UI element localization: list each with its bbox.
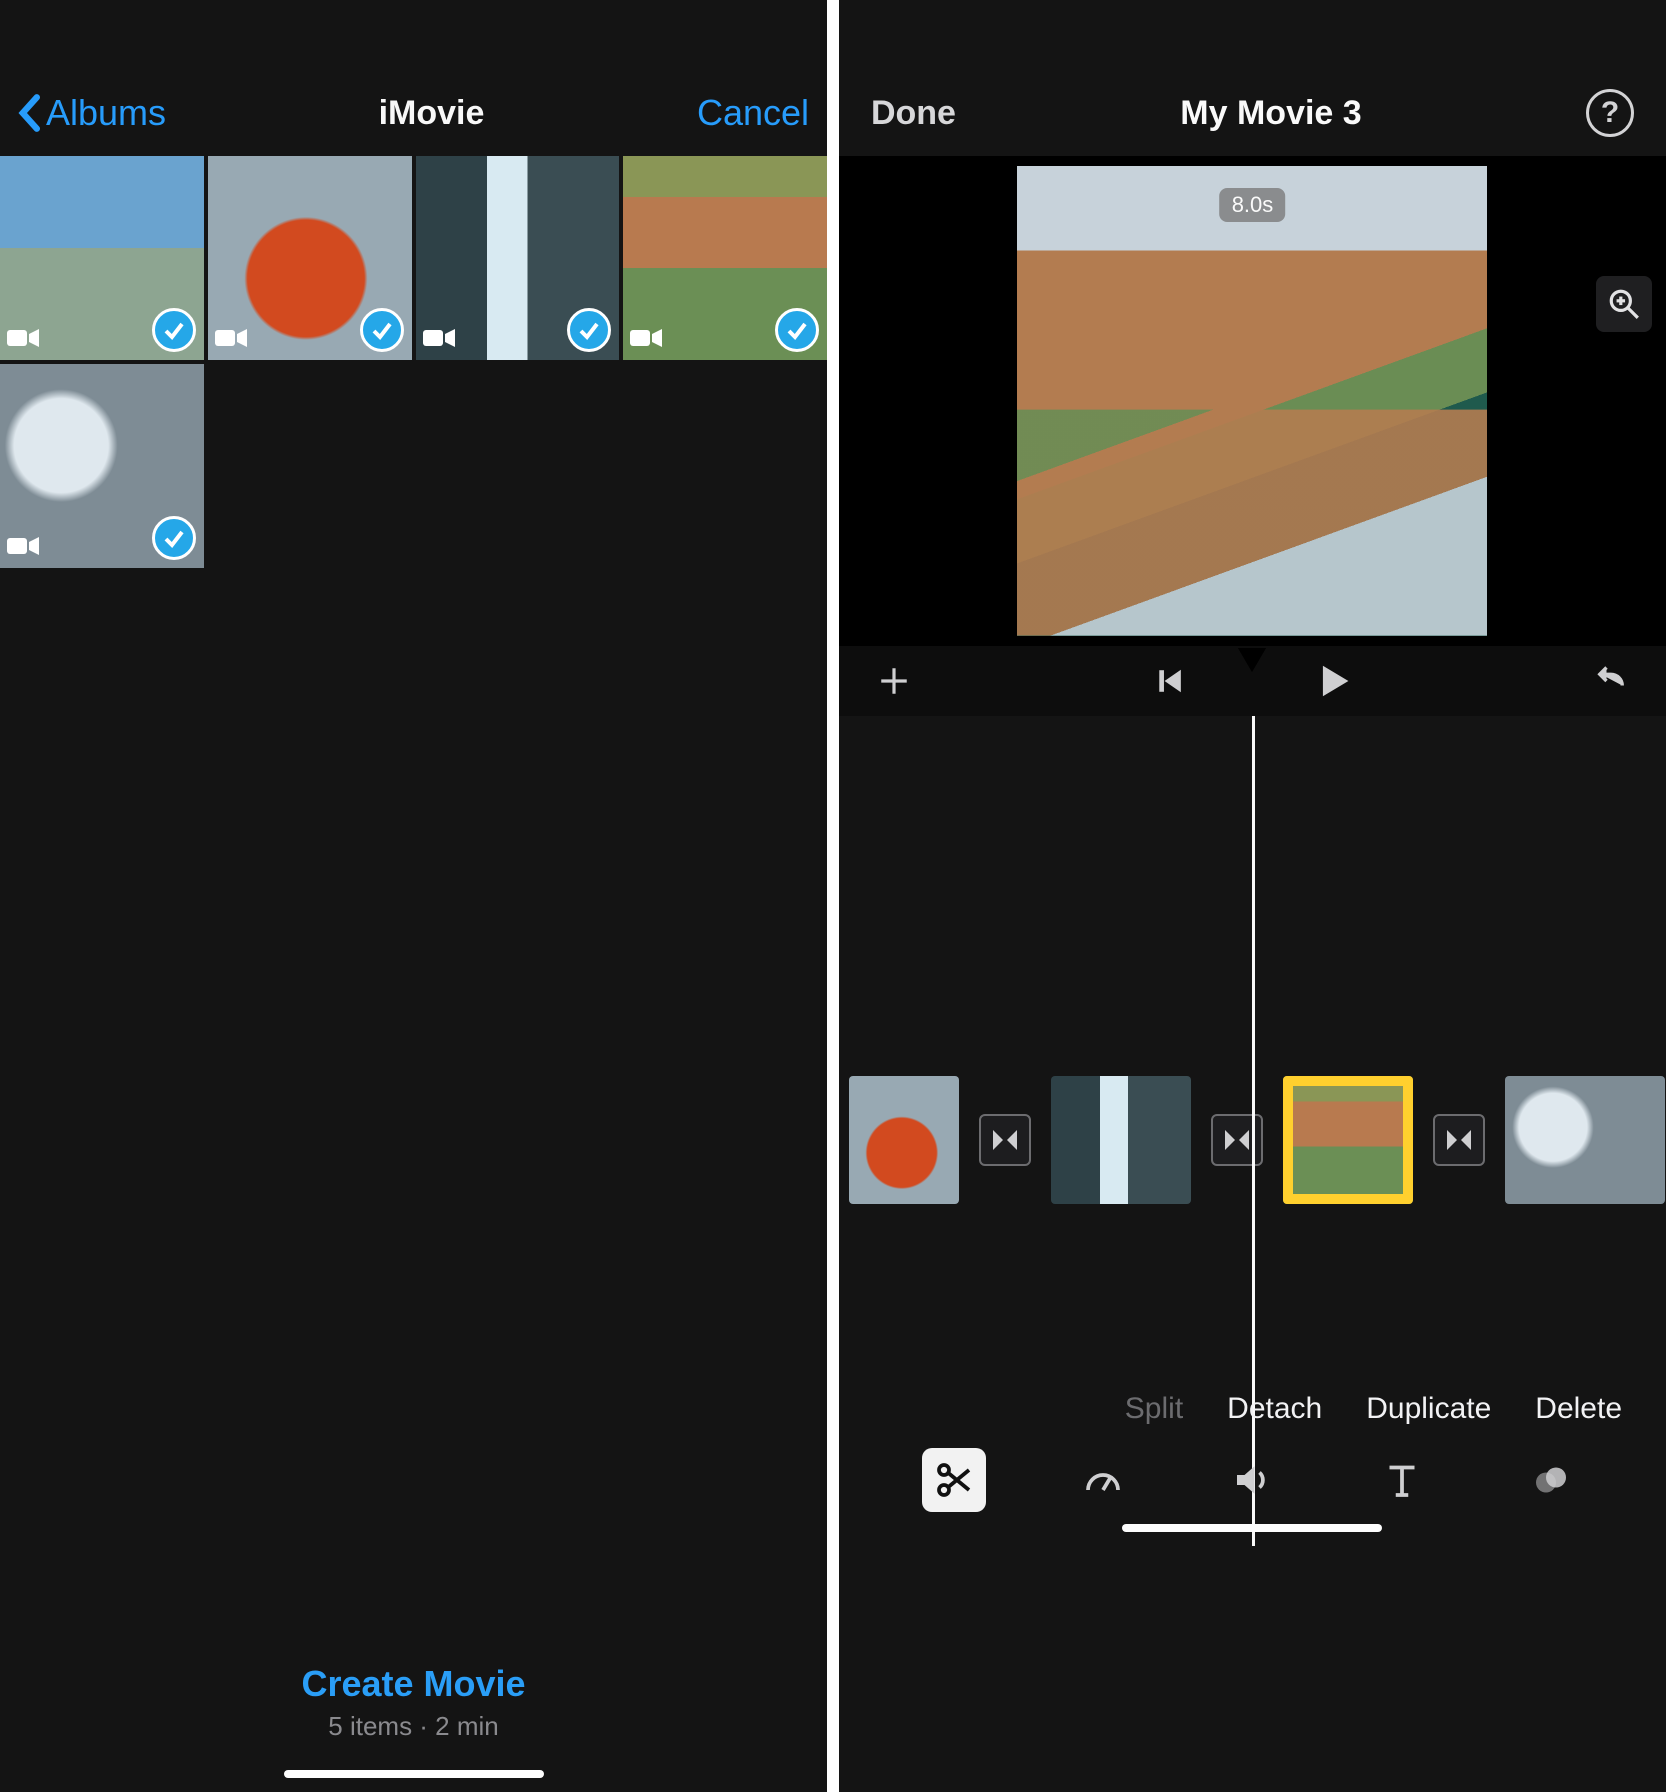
timeline-clip[interactable] bbox=[1283, 1076, 1413, 1204]
text-icon bbox=[1382, 1460, 1422, 1500]
picker-title: iMovie bbox=[379, 94, 485, 133]
back-label: Albums bbox=[46, 92, 166, 134]
magnifier-plus-icon bbox=[1607, 287, 1641, 321]
done-button[interactable]: Done bbox=[871, 94, 956, 133]
timeline-clip[interactable] bbox=[1505, 1076, 1665, 1204]
titles-tool[interactable] bbox=[1370, 1448, 1434, 1512]
speaker-icon bbox=[1232, 1460, 1272, 1500]
speedometer-icon bbox=[1083, 1460, 1123, 1500]
playhead-caret-icon bbox=[1238, 648, 1266, 672]
cancel-button[interactable]: Cancel bbox=[697, 92, 809, 134]
clip-duration-badge: 8.0s bbox=[1220, 188, 1286, 222]
home-indicator bbox=[284, 1770, 544, 1778]
add-media-button[interactable] bbox=[873, 660, 915, 702]
timeline-clip[interactable] bbox=[1051, 1076, 1191, 1204]
picker-footer: Create Movie 5 items · 2 min bbox=[0, 1663, 827, 1742]
timeline[interactable]: Split Detach Duplicate Delete bbox=[839, 716, 1666, 1546]
project-title: My Movie 3 bbox=[1180, 94, 1361, 133]
clip-actions-bar: Split Detach Duplicate Delete bbox=[839, 1392, 1666, 1426]
transition-icon bbox=[1445, 1126, 1473, 1154]
video-icon bbox=[629, 327, 663, 354]
audio-tool[interactable] bbox=[1220, 1448, 1284, 1512]
undo-button[interactable] bbox=[1590, 660, 1632, 702]
split-action[interactable]: Split bbox=[1125, 1392, 1183, 1426]
video-icon bbox=[422, 327, 456, 354]
speed-tool[interactable] bbox=[1071, 1448, 1135, 1512]
media-thumb[interactable] bbox=[0, 364, 204, 568]
media-picker-pane: Albums iMovie Cancel Create Movie 5 item… bbox=[0, 0, 827, 1792]
pane-divider bbox=[827, 0, 839, 1792]
overlapping-circles-icon bbox=[1531, 1460, 1571, 1500]
back-to-albums[interactable]: Albums bbox=[18, 92, 166, 134]
selected-check-icon bbox=[152, 516, 196, 560]
selected-check-icon bbox=[152, 308, 196, 352]
preview-area: 8.0s bbox=[839, 156, 1666, 646]
media-thumb[interactable] bbox=[208, 156, 412, 360]
timeline-clip[interactable] bbox=[849, 1076, 959, 1204]
skip-start-button[interactable] bbox=[1150, 660, 1192, 702]
editor-navbar: Done My Movie 3 ? bbox=[839, 70, 1666, 156]
transition-node[interactable] bbox=[1433, 1114, 1485, 1166]
selected-check-icon bbox=[775, 308, 819, 352]
play-button[interactable] bbox=[1312, 660, 1354, 702]
chevron-left-icon bbox=[18, 93, 40, 133]
media-grid bbox=[0, 156, 827, 568]
video-icon bbox=[6, 535, 40, 562]
video-icon bbox=[6, 327, 40, 354]
editor-pane: Done My Movie 3 ? 8.0s bbox=[839, 0, 1666, 1792]
media-thumb[interactable] bbox=[623, 156, 827, 360]
zoom-in-button[interactable] bbox=[1596, 276, 1652, 332]
selected-check-icon bbox=[360, 308, 404, 352]
tool-row bbox=[839, 1448, 1666, 1512]
transition-icon bbox=[1223, 1126, 1251, 1154]
scissors-icon bbox=[934, 1460, 974, 1500]
transport-bar bbox=[839, 646, 1666, 716]
transition-node[interactable] bbox=[979, 1114, 1031, 1166]
selection-summary: 5 items · 2 min bbox=[0, 1711, 827, 1742]
video-preview[interactable] bbox=[1017, 166, 1487, 636]
filters-tool[interactable] bbox=[1519, 1448, 1583, 1512]
transition-icon bbox=[991, 1126, 1019, 1154]
create-movie-button[interactable]: Create Movie bbox=[0, 1663, 827, 1705]
picker-navbar: Albums iMovie Cancel bbox=[0, 70, 827, 156]
duplicate-action[interactable]: Duplicate bbox=[1366, 1392, 1491, 1426]
media-thumb[interactable] bbox=[416, 156, 620, 360]
selected-check-icon bbox=[567, 308, 611, 352]
delete-action[interactable]: Delete bbox=[1535, 1392, 1622, 1426]
media-thumb[interactable] bbox=[0, 156, 204, 360]
cut-tool[interactable] bbox=[922, 1448, 986, 1512]
video-icon bbox=[214, 327, 248, 354]
help-button[interactable]: ? bbox=[1586, 89, 1634, 137]
home-indicator bbox=[1122, 1524, 1382, 1532]
detach-action[interactable]: Detach bbox=[1227, 1392, 1322, 1426]
